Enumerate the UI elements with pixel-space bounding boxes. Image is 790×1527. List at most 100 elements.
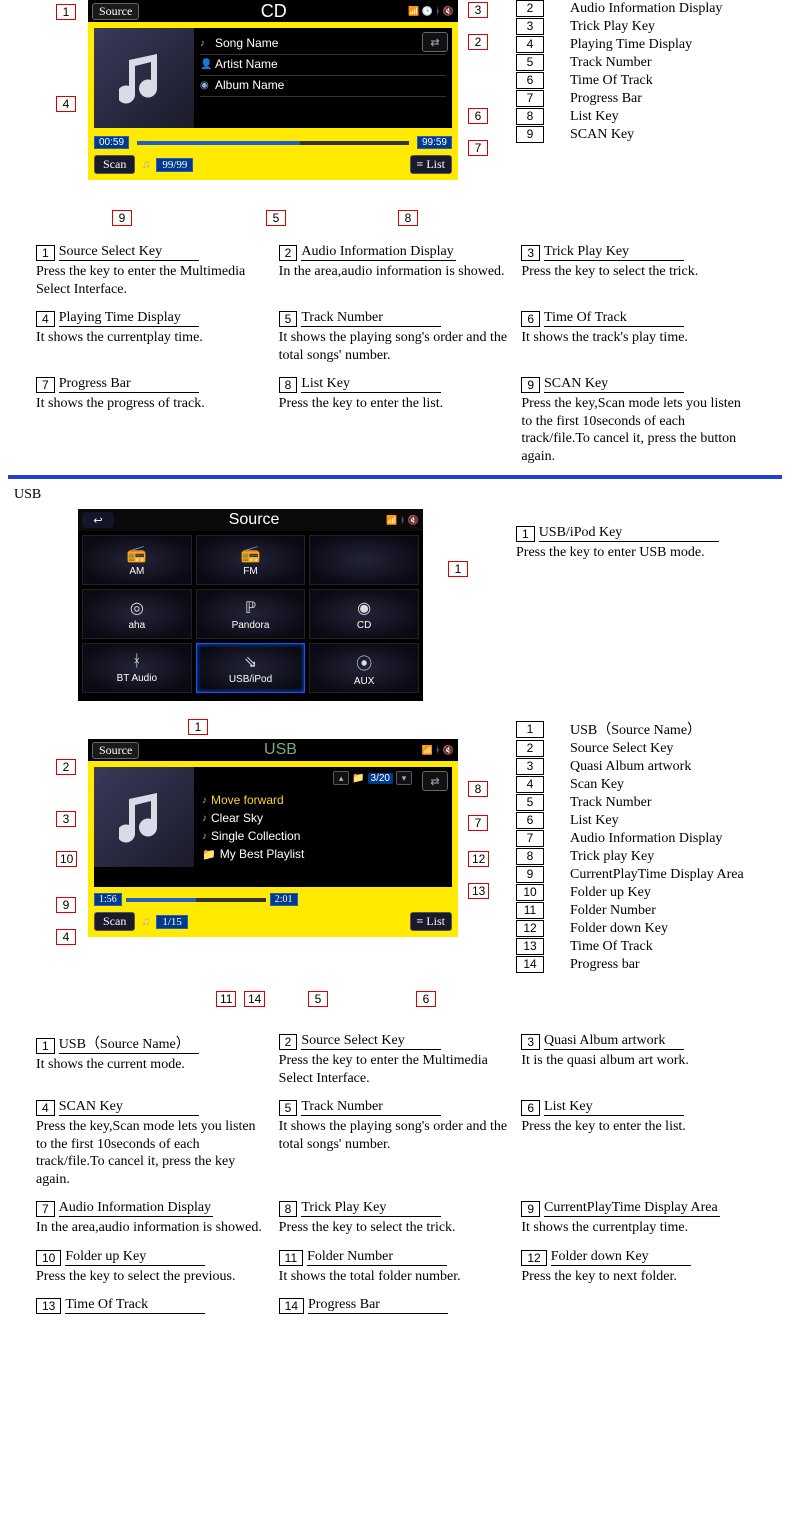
legend-num: 3 (516, 18, 544, 35)
folder-up-button[interactable]: ▴ (333, 771, 349, 785)
callout-usb1: 1 (448, 561, 468, 577)
list-button[interactable]: ≡List (410, 912, 452, 931)
desc-title: USB（Source Name） (59, 1033, 199, 1054)
legend-num: 2 (516, 740, 544, 757)
legend-text: Time Of Track (570, 73, 653, 89)
desc-item: 8List KeyPress the key to enter the list… (279, 376, 512, 465)
trick-play-button[interactable]: ⇄ (422, 771, 448, 791)
status-icons: 📶 ᚼ 🔇 (386, 515, 419, 526)
desc-item: 13Time Of Track (36, 1297, 269, 1316)
desc-title: Progress Bar (308, 1297, 448, 1314)
source-cell[interactable]: ⇘USB/iPod (196, 643, 306, 693)
source-cell[interactable]: ◎aha (82, 589, 192, 639)
legend-text: Progress bar (570, 957, 640, 973)
legend-row: 4Playing Time Display (516, 36, 722, 53)
source-icon: ◎ (130, 598, 144, 618)
usb-heading: USB (14, 487, 782, 503)
legend-row: 5Track Number (516, 794, 744, 811)
desc-body: Press the key to next folder. (521, 1268, 754, 1286)
source-cell[interactable]: 📻AM (82, 535, 192, 585)
desc-body: Press the key to select the previous. (36, 1268, 269, 1286)
legend-row: 7Audio Information Display (516, 830, 744, 847)
desc-body: Press the key,Scan mode lets you listen … (36, 1118, 269, 1188)
callout-u5: 5 (308, 991, 328, 1007)
back-button[interactable]: ↩ (82, 512, 114, 528)
legend-text: USB（Source Name） (570, 719, 701, 739)
legend-num: 2 (516, 0, 544, 17)
usb-note: 1USB/iPod Key Press the key to enter USB… (516, 525, 776, 562)
desc-num: 10 (36, 1250, 61, 1266)
legend-text: Scan Key (570, 777, 624, 793)
legend-text: Time Of Track (570, 939, 653, 955)
desc-title: Track Number (301, 310, 441, 327)
desc-item: 9SCAN KeyPress the key,Scan mode lets yo… (521, 376, 754, 465)
source-label: AUX (354, 676, 375, 687)
scan-button[interactable]: Scan (94, 155, 135, 174)
source-cell[interactable]: ◉CD (309, 589, 419, 639)
progress-bar[interactable] (126, 898, 266, 902)
legend-row: 1USB（Source Name） (516, 719, 744, 739)
album-name: Album Name (215, 78, 284, 92)
desc-title: Trick Play Key (544, 244, 684, 261)
scan-button[interactable]: Scan (94, 912, 135, 931)
list-item[interactable]: ♪Single Collection (202, 827, 444, 845)
source-cell[interactable]: ⦿AUX (309, 643, 419, 693)
legend-num: 9 (516, 126, 544, 143)
desc-num: 13 (36, 1298, 61, 1314)
callout-8: 8 (398, 210, 418, 226)
desc-body: Press the key,Scan mode lets you listen … (521, 395, 754, 465)
progress-row: 00:59 99:59 (94, 136, 452, 149)
desc-body: It shows the track's play time. (521, 329, 754, 347)
list-item[interactable]: 📁My Best Playlist (202, 845, 444, 863)
desc-item: 4Playing Time DisplayIt shows the curren… (36, 310, 269, 364)
song-icon: ♪ (200, 38, 210, 49)
legend-text: Quasi Album artwork (570, 759, 691, 775)
folder-down-button[interactable]: ▾ (396, 771, 412, 785)
source-icon: 📻 (127, 544, 147, 564)
source-cell[interactable]: ℙPandora (196, 589, 306, 639)
callout-u11: 11 (216, 991, 236, 1007)
list-item[interactable]: ♪Move forward (202, 791, 444, 809)
track-number: 1/15 (156, 915, 188, 929)
desc-num: 8 (279, 377, 298, 393)
desc-item: 3Trick Play KeyPress the key to select t… (521, 244, 754, 298)
desc-body: It is the quasi album art work. (521, 1052, 754, 1070)
legend-text: Trick Play Key (570, 19, 655, 35)
source-cell[interactable]: 📻FM (196, 535, 306, 585)
desc-num: 2 (279, 1034, 298, 1050)
usb-player-figure: Source USB 📶 ᚼ 🔇 ▴ 📁 3/20 ▾ ♪Move forwar… (88, 739, 458, 937)
desc-title: Folder down Key (551, 1249, 691, 1266)
folder-icon: 📁 (352, 773, 364, 784)
track-time: 2:01 (270, 893, 298, 906)
legend-num: 9 (516, 866, 544, 883)
source-cell[interactable]: ᚼBT Audio (82, 643, 192, 693)
source-menu: ↩ Source 📶 ᚼ 🔇 📻AM📻FM◎ahaℙPandora◉CDᚼBT … (78, 509, 423, 701)
source-button[interactable]: Source (92, 3, 139, 20)
item-icon: ♪ (202, 795, 207, 806)
trick-play-button[interactable]: ⇄ (422, 32, 448, 52)
desc-item: 6Time Of TrackIt shows the track's play … (521, 310, 754, 364)
usb-legend: 1USB（Source Name）2Source Select Key3Quas… (516, 719, 744, 974)
section-divider (8, 475, 782, 479)
desc-item: 7Audio Information DisplayIn the area,au… (36, 1200, 269, 1237)
legend-num: 12 (516, 920, 544, 937)
list-button[interactable]: ≡List (410, 155, 452, 174)
desc-num: 1 (36, 245, 55, 261)
legend-text: Playing Time Display (570, 37, 692, 53)
usb-desc-grid: 1USB（Source Name）It shows the current mo… (8, 1033, 782, 1316)
desc-num: 4 (36, 311, 55, 327)
source-cell[interactable] (309, 535, 419, 585)
desc-item: 4SCAN KeyPress the key,Scan mode lets yo… (36, 1099, 269, 1188)
desc-body: Press the key to select the trick. (279, 1219, 512, 1237)
desc-title: List Key (301, 376, 441, 393)
cd-title: CD (145, 1, 402, 22)
item-icon: ♪ (202, 831, 207, 842)
music-note-icon (119, 789, 169, 845)
progress-bar[interactable] (137, 141, 409, 145)
source-button[interactable]: Source (92, 742, 139, 759)
desc-num: 6 (521, 311, 540, 327)
legend-row: 6List Key (516, 812, 744, 829)
legend-num: 7 (516, 90, 544, 107)
list-item[interactable]: ♪Clear Sky (202, 809, 444, 827)
status-icons: 📶 🕒 ᚼ 🔇 (408, 6, 454, 17)
